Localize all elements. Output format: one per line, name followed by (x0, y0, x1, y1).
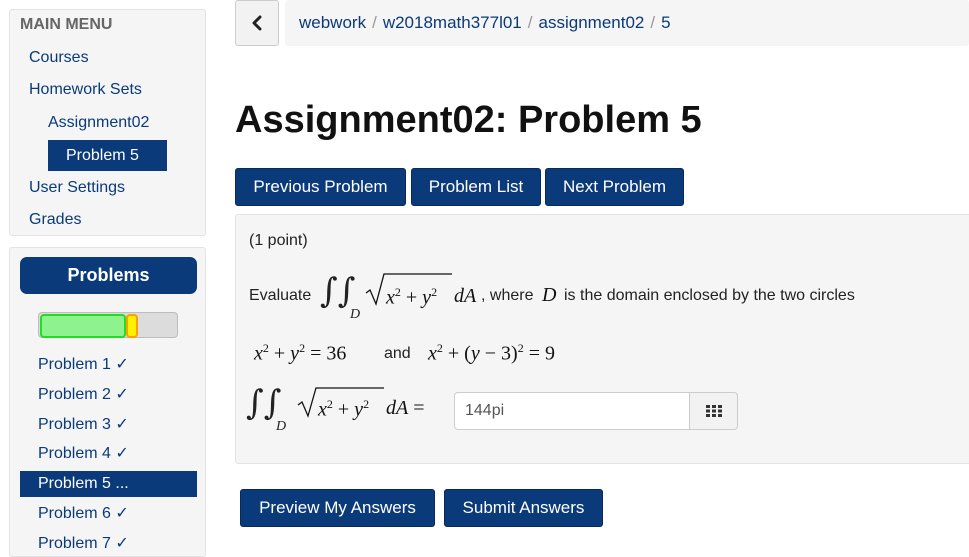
breadcrumb-problem: 5 (661, 13, 671, 32)
problem-list-item[interactable]: Problem 6 ✓ (20, 501, 197, 527)
problem-list-item[interactable]: Problem 2 ✓ (20, 382, 197, 408)
circle-equation-2: x2 + (y − 3)2 = 9 (428, 341, 555, 365)
sidebar-item-current-problem[interactable]: Problem 5 (48, 140, 167, 171)
chevron-left-icon (252, 15, 262, 31)
problem-points: (1 point) (249, 232, 308, 249)
domain-description: is the domain enclosed by the two circle… (564, 287, 855, 304)
problem-list-item[interactable]: Problem 3 ✓ (20, 412, 197, 438)
problem-body: (1 point) Evaluate ∫∫ D x2 + y2 dA , whe… (235, 214, 969, 464)
equation-editor-button[interactable] (690, 392, 738, 430)
answer-input[interactable] (454, 392, 690, 430)
progress-bar (38, 312, 178, 338)
problem-list-button[interactable]: Problem List (411, 168, 541, 206)
sidebar-item-homework-sets[interactable]: Homework Sets (29, 81, 142, 99)
back-button[interactable] (235, 0, 279, 46)
domain-symbol: D (542, 284, 557, 306)
problem-list-item[interactable]: Problem 1 ✓ (20, 352, 197, 378)
problems-panel: Problems Problem 1 ✓ Problem 2 ✓ Problem 3… (9, 247, 206, 557)
sidebar-item-assignment[interactable]: Assignment02 (48, 114, 149, 132)
problem-list-item[interactable]: Problem 4 ✓ (20, 441, 197, 467)
sidebar-item-user-settings[interactable]: User Settings (29, 179, 125, 197)
breadcrumb-separator: / (650, 13, 656, 32)
breadcrumb: webwork / w2018math377l01 / assignment02 / 5 (285, 0, 969, 46)
sidebar-item-grades[interactable]: Grades (29, 211, 81, 229)
breadcrumb-webwork[interactable]: webwork (299, 13, 366, 32)
and-text: and (384, 345, 411, 362)
progress-partial (126, 314, 138, 338)
circle-equation-1: x2 + y2 = 36 (254, 341, 347, 365)
evaluate-text: Evaluate (249, 287, 312, 304)
progress-correct (40, 314, 126, 338)
sidebar-item-courses[interactable]: Courses (29, 49, 89, 67)
next-problem-button[interactable]: Next Problem (545, 168, 684, 206)
breadcrumb-assignment[interactable]: assignment02 (539, 13, 645, 32)
preview-answers-button[interactable]: Preview My Answers (240, 489, 435, 527)
problem-list-item[interactable]: Problem 5 ... (20, 471, 197, 498)
breadcrumb-course[interactable]: w2018math377l01 (383, 13, 522, 32)
problem-list-item[interactable]: Problem 7 ✓ (20, 531, 197, 556)
page-title: Assignment02: Problem 5 (235, 99, 702, 141)
previous-problem-button[interactable]: Previous Problem (235, 168, 406, 206)
main-menu-header: MAIN MENU (20, 16, 113, 33)
grid-icon (705, 405, 722, 417)
submit-answers-button[interactable]: Submit Answers (444, 489, 603, 527)
breadcrumb-separator: / (527, 13, 533, 32)
where-text: , where (481, 287, 534, 304)
problems-header: Problems (20, 257, 197, 294)
breadcrumb-separator: / (372, 13, 377, 32)
